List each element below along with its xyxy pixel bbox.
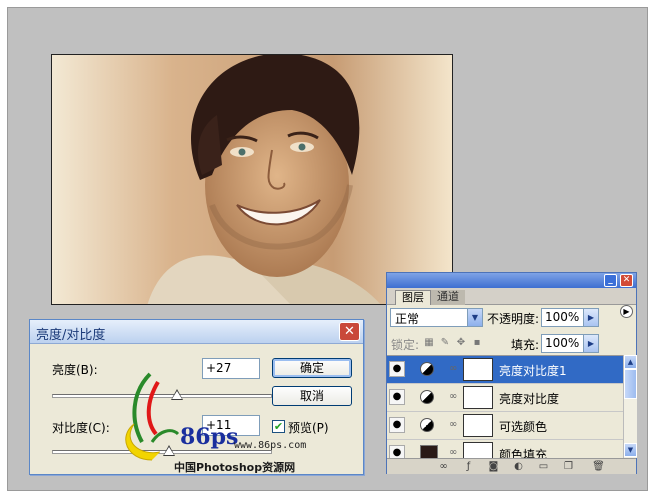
scroll-thumb[interactable] xyxy=(624,369,637,399)
opacity-label: 不透明度: xyxy=(487,312,540,326)
fx-icon[interactable]: ƒ xyxy=(462,461,475,473)
tab-channels[interactable]: 通道 xyxy=(431,290,465,305)
layer-row[interactable]: ● ∞ 颜色填充 xyxy=(387,440,623,458)
link-icon: ∞ xyxy=(449,391,458,402)
panel-bottom-toolbar: ∞ ƒ ◙ ◐ ▭ ❐ 🗑 xyxy=(387,458,636,474)
adjustment-icon xyxy=(420,362,434,376)
dialog-title: 亮度/对比度 xyxy=(36,328,106,343)
mask-icon[interactable]: ◙ xyxy=(487,461,500,473)
dialog-titlebar[interactable]: 亮度/对比度 ✕ xyxy=(30,320,363,344)
site-watermark: 86ps www.86ps.com 中国Photoshop资源网 xyxy=(112,372,317,476)
blend-mode-value: 正常 xyxy=(395,312,420,326)
opacity-value: 100% xyxy=(545,310,580,324)
adjustment-icon xyxy=(420,390,434,404)
tab-layers[interactable]: 图层 xyxy=(395,290,431,305)
fill-color-swatch[interactable] xyxy=(420,445,438,458)
eye-icon[interactable]: ● xyxy=(389,361,405,377)
watermark-site-name: 中国Photoshop资源网 xyxy=(174,461,296,474)
layer-mask-thumbnail[interactable] xyxy=(463,358,493,381)
adjustment-layer-icon[interactable]: ◐ xyxy=(512,461,525,473)
layer-name: 可选颜色 xyxy=(499,420,548,434)
layer-list-scrollbar[interactable]: ▲ ▼ xyxy=(623,355,637,458)
link-layers-icon[interactable]: ∞ xyxy=(437,461,450,473)
link-icon: ∞ xyxy=(449,447,458,458)
link-icon: ∞ xyxy=(449,419,458,430)
panel-tabs: 图层 通道 ▶ xyxy=(387,288,636,318)
new-layer-icon[interactable]: ❐ xyxy=(562,461,575,473)
brush-icon[interactable]: ✎ xyxy=(439,337,451,349)
fill-value: 100% xyxy=(545,336,580,350)
link-icon: ∞ xyxy=(449,363,458,374)
scroll-up-icon[interactable]: ▲ xyxy=(624,355,637,369)
panel-titlebar[interactable]: _ ✕ xyxy=(387,273,636,288)
move-icon[interactable]: ✥ xyxy=(455,337,467,349)
layer-list: ● ∞ 亮度对比度1 ● ∞ 亮度对比度 ● ∞ 可选颜色 ● ∞ 颜色填充 xyxy=(387,355,623,458)
layer-mask-thumbnail[interactable] xyxy=(463,442,493,458)
fill-label: 填充: xyxy=(511,338,540,352)
brightness-label: 亮度(B): xyxy=(52,363,98,377)
eye-icon[interactable]: ● xyxy=(389,445,405,458)
layer-row[interactable]: ● ∞ 可选颜色 xyxy=(387,412,623,440)
fill-input[interactable]: 100% ▶ xyxy=(541,334,599,353)
close-icon[interactable]: ✕ xyxy=(620,274,633,287)
layers-panel: _ ✕ 图层 通道 ▶ 正常 ▼ 不透明度: 100% ▶ 锁定: ▦ ✎ ✥ … xyxy=(386,272,637,474)
portrait-photo xyxy=(51,54,453,305)
layer-row[interactable]: ● ∞ 亮度对比度 xyxy=(387,384,623,412)
trash-icon[interactable]: 🗑 xyxy=(592,461,605,473)
layer-name: 亮度对比度1 xyxy=(499,364,567,378)
layer-name: 颜色填充 xyxy=(499,448,548,458)
portrait-illustration xyxy=(52,55,452,304)
layer-row[interactable]: ● ∞ 亮度对比度1 xyxy=(387,356,623,384)
layer-mask-thumbnail[interactable] xyxy=(463,414,493,437)
lock-icon[interactable]: ▪ xyxy=(471,337,483,349)
screenshot-stage: 亮度/对比度 ✕ 亮度(B): +27 对比度(C): +11 确定 取消 ✔ … xyxy=(0,0,660,500)
folder-icon[interactable]: ▭ xyxy=(537,461,550,473)
opacity-input[interactable]: 100% ▶ xyxy=(541,308,599,327)
watermark-brand-number: 86ps xyxy=(180,424,239,450)
lock-label: 锁定: xyxy=(391,338,420,352)
eye-icon[interactable]: ● xyxy=(389,389,405,405)
opacity-arrow-icon[interactable]: ▶ xyxy=(583,309,598,326)
adjustment-icon xyxy=(420,418,434,432)
layer-name: 亮度对比度 xyxy=(499,392,560,406)
watermark-site-url: www.86ps.com xyxy=(234,440,307,451)
fill-arrow-icon[interactable]: ▶ xyxy=(583,335,598,352)
lock-transparency-icon[interactable]: ▦ xyxy=(423,337,435,349)
eye-icon[interactable]: ● xyxy=(389,417,405,433)
close-icon[interactable]: ✕ xyxy=(339,322,360,341)
contrast-label: 对比度(C): xyxy=(52,421,110,435)
panel-menu-icon[interactable]: ▶ xyxy=(620,305,633,318)
dropdown-arrow-icon[interactable]: ▼ xyxy=(467,309,482,326)
scroll-down-icon[interactable]: ▼ xyxy=(624,443,637,457)
minimize-icon[interactable]: _ xyxy=(604,274,617,287)
layer-mask-thumbnail[interactable] xyxy=(463,386,493,409)
blend-mode-select[interactable]: 正常 ▼ xyxy=(390,308,483,327)
